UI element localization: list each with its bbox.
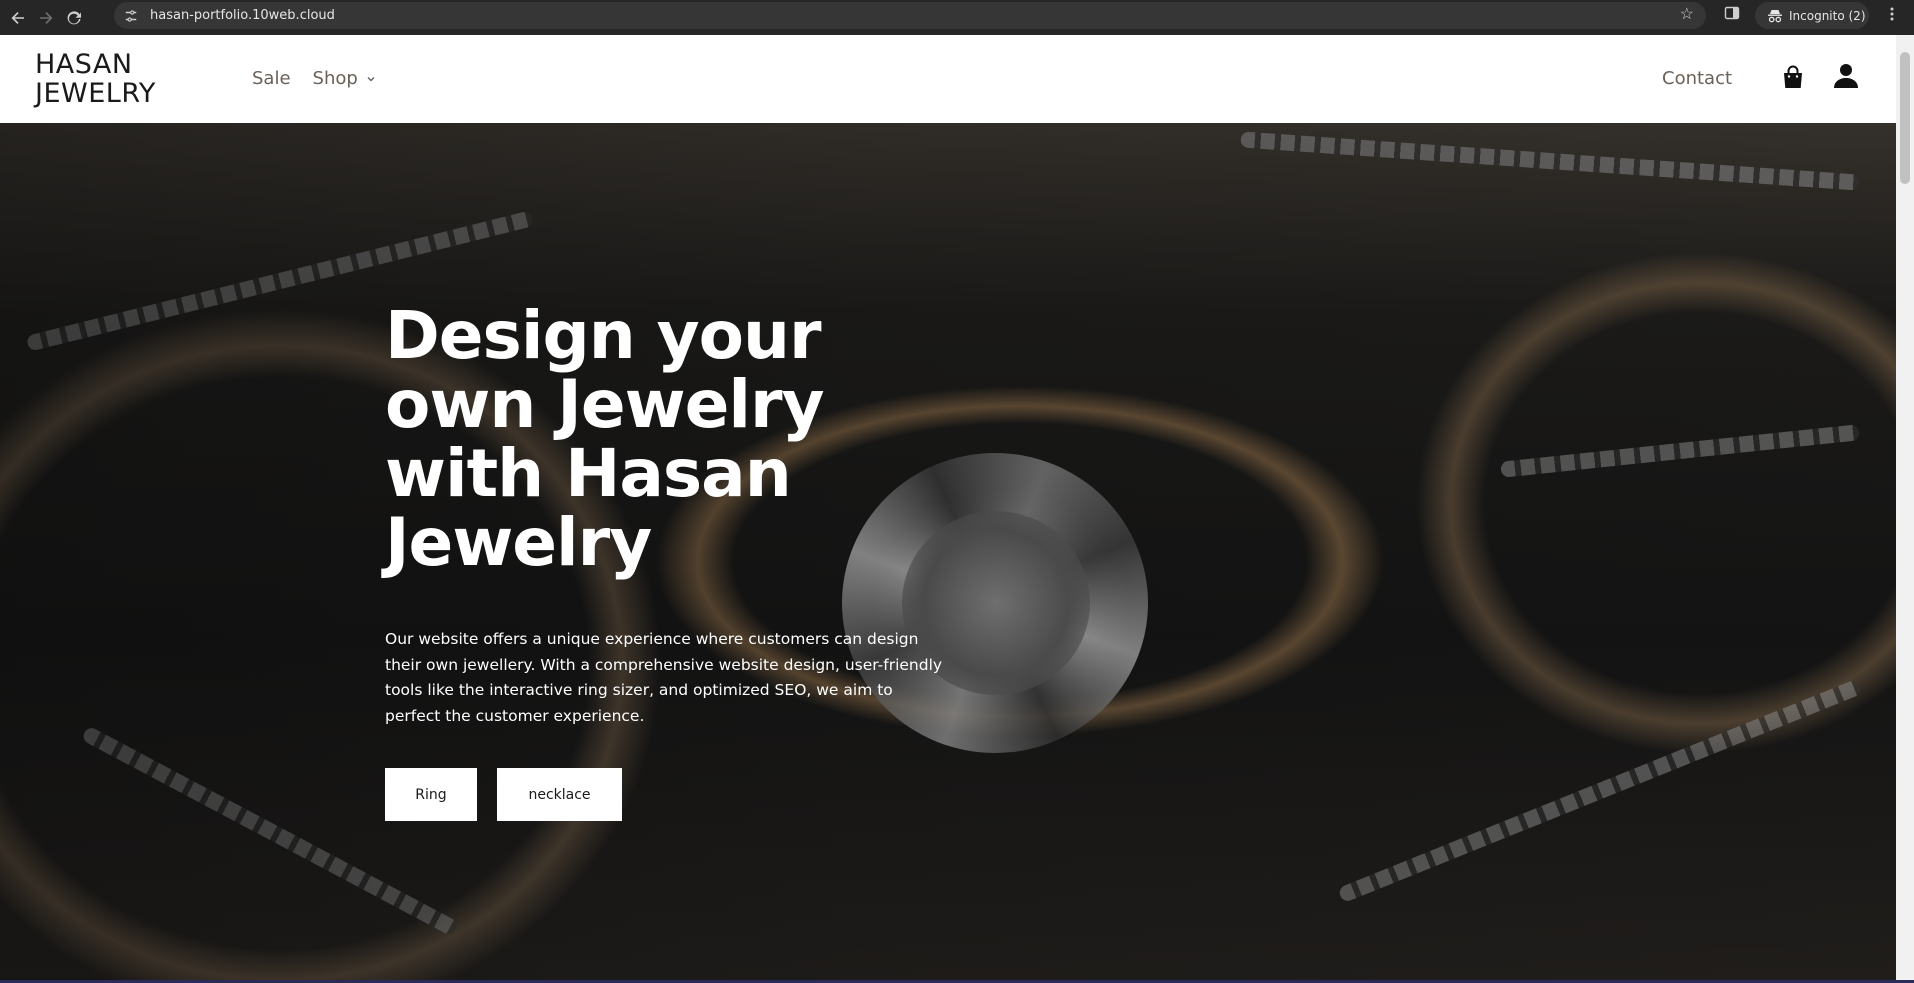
incognito-label: Incognito (2)	[1789, 8, 1866, 23]
hero-description: Our website offers a unique experience w…	[385, 630, 943, 725]
incognito-icon	[1768, 9, 1782, 22]
forward-arrow-icon[interactable]	[34, 6, 58, 30]
incognito-chip[interactable]: Incognito (2)	[1755, 2, 1869, 29]
user-icon[interactable]	[1833, 63, 1859, 89]
kebab-menu-icon[interactable]	[1884, 4, 1900, 24]
nav-label-shop: Shop	[312, 68, 358, 89]
site-header: HASAN JEWELRY Sale Shop Contact	[0, 35, 1896, 123]
chevron-down-icon	[367, 76, 375, 81]
main-nav: Sale Shop	[252, 68, 398, 89]
browser-toolbar: hasan-portfolio.10web.cloud ☆ Incognito …	[0, 0, 1914, 35]
necklace-button[interactable]: necklace	[497, 768, 622, 821]
hero-buttons: Ring necklace	[385, 768, 642, 821]
hero-title: Design your own Jewelry with Hasan Jewel…	[385, 297, 825, 581]
back-arrow-icon[interactable]	[6, 6, 30, 30]
address-bar[interactable]: hasan-portfolio.10web.cloud ☆	[114, 2, 1706, 29]
hero-section: Design your own Jewelry with Hasan Jewel…	[0, 123, 1896, 980]
shopping-bag-icon[interactable]	[1782, 65, 1804, 89]
star-icon[interactable]: ☆	[1680, 7, 1694, 23]
logo-line-2: JEWELRY	[35, 78, 156, 109]
site-settings-icon[interactable]	[122, 7, 140, 25]
reload-icon[interactable]	[62, 6, 86, 30]
nav-link-sale[interactable]: Sale	[252, 68, 291, 89]
nav-link-shop[interactable]: Shop	[313, 68, 376, 89]
side-panel-icon[interactable]	[1724, 5, 1740, 21]
site-logo[interactable]: HASAN JEWELRY	[35, 50, 156, 108]
ring-button[interactable]: Ring	[385, 768, 477, 821]
logo-line-1: HASAN	[35, 49, 133, 80]
url-text[interactable]: hasan-portfolio.10web.cloud	[150, 8, 335, 23]
scrollbar-thumb[interactable]	[1900, 52, 1910, 184]
nav-label-sale: Sale	[252, 68, 291, 89]
nav-link-contact[interactable]: Contact	[1662, 68, 1732, 89]
page-scrollbar[interactable]	[1896, 35, 1914, 980]
